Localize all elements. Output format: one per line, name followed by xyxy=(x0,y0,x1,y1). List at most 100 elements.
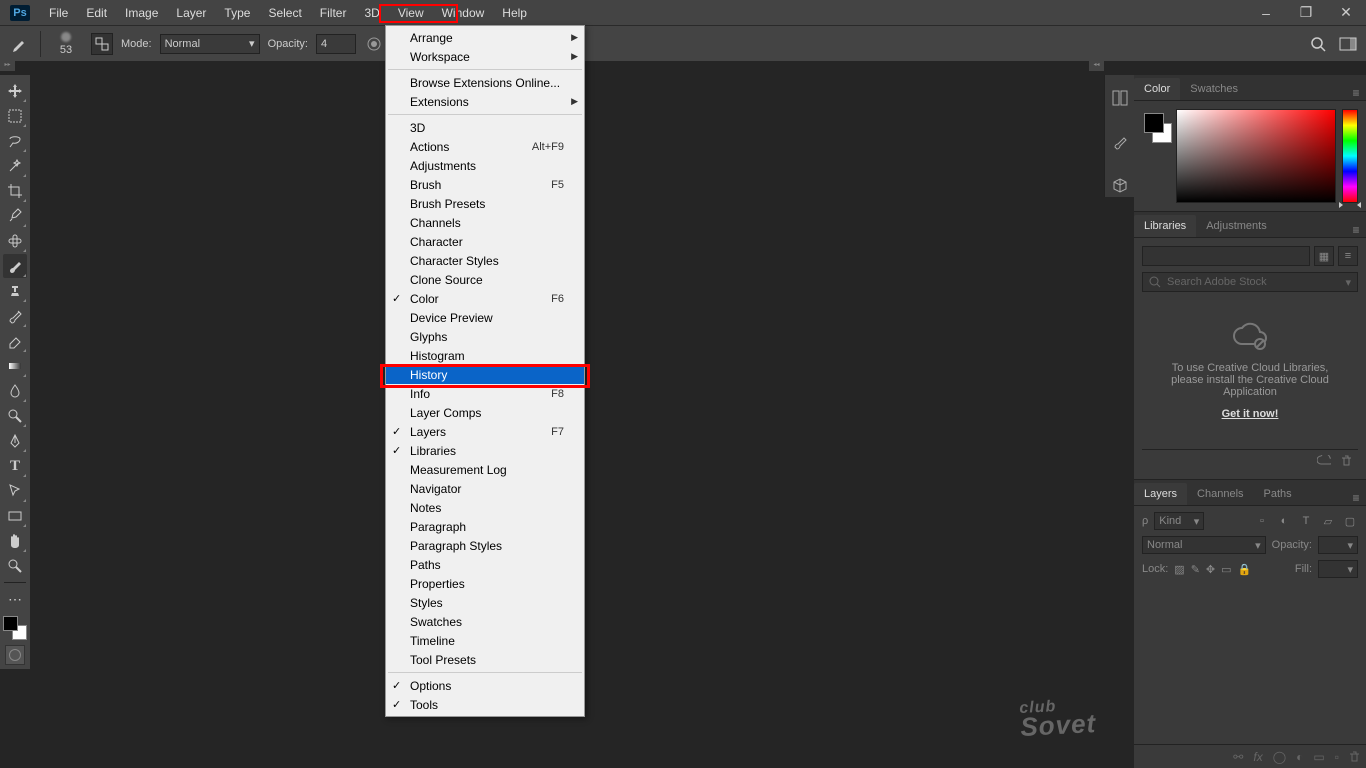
lock-transparent-icon[interactable]: ▨ xyxy=(1174,563,1184,576)
current-tool-icon[interactable] xyxy=(8,32,32,56)
layer-opacity-input[interactable]: ▾ xyxy=(1318,536,1358,554)
pressure-opacity-icon[interactable] xyxy=(364,34,384,54)
zoom-tool[interactable] xyxy=(3,554,27,578)
type-tool[interactable]: T xyxy=(3,454,27,478)
menu-item-brush[interactable]: BrushF5 xyxy=(386,175,584,194)
menu-item-libraries[interactable]: ✓Libraries xyxy=(386,441,584,460)
menu-filter[interactable]: Filter xyxy=(311,0,356,25)
window-maximize[interactable]: ❐ xyxy=(1286,0,1326,25)
eyedropper-tool[interactable] xyxy=(3,204,27,228)
clone-stamp-tool[interactable] xyxy=(3,279,27,303)
menu-item-paragraph[interactable]: Paragraph xyxy=(386,517,584,536)
menu-layer[interactable]: Layer xyxy=(167,0,215,25)
move-tool[interactable] xyxy=(3,79,27,103)
brush-dock-icon[interactable] xyxy=(1109,131,1131,153)
library-select[interactable] xyxy=(1142,246,1310,266)
brush-tool[interactable] xyxy=(3,254,27,278)
tab-adjustments[interactable]: Adjustments xyxy=(1196,215,1277,237)
more-tools[interactable]: ⋯ xyxy=(3,587,27,611)
menu-item-paths[interactable]: Paths xyxy=(386,555,584,574)
tab-channels[interactable]: Channels xyxy=(1187,483,1253,505)
layer-mask-icon[interactable]: ◯ xyxy=(1273,750,1286,764)
lib-trash-icon[interactable] xyxy=(1341,455,1352,467)
menu-item-swatches[interactable]: Swatches xyxy=(386,612,584,631)
filter-pixel-icon[interactable]: ▫ xyxy=(1254,513,1270,529)
filter-type-icon[interactable]: T xyxy=(1298,513,1314,529)
menu-select[interactable]: Select xyxy=(259,0,310,25)
blend-mode-dropdown[interactable]: Normal▾ xyxy=(160,34,260,54)
lock-artboard-icon[interactable]: ▭ xyxy=(1221,563,1231,576)
tab-paths[interactable]: Paths xyxy=(1254,483,1302,505)
menu-item-channels[interactable]: Channels xyxy=(386,213,584,232)
3d-dock-icon[interactable] xyxy=(1109,175,1131,197)
tab-color[interactable]: Color xyxy=(1134,78,1180,100)
magic-wand-tool[interactable] xyxy=(3,154,27,178)
menu-edit[interactable]: Edit xyxy=(77,0,116,25)
window-minimize[interactable]: – xyxy=(1246,0,1286,25)
menu-item-arrange[interactable]: Arrange▶ xyxy=(386,28,584,47)
color-field[interactable] xyxy=(1176,109,1336,203)
menu-item-browse-extensions-online-[interactable]: Browse Extensions Online... xyxy=(386,73,584,92)
color-panel-menu[interactable]: ≡ xyxy=(1346,86,1366,100)
new-group-icon[interactable]: ▭ xyxy=(1313,750,1324,764)
brush-panel-toggle[interactable] xyxy=(91,33,113,55)
menu-item-adjustments[interactable]: Adjustments xyxy=(386,156,584,175)
color-swatches[interactable] xyxy=(3,616,27,640)
lock-pixels-icon[interactable]: ✎ xyxy=(1191,563,1200,576)
quick-mask-toggle[interactable] xyxy=(5,645,25,665)
menu-image[interactable]: Image xyxy=(116,0,167,25)
link-layers-icon[interactable]: ⚯ xyxy=(1233,750,1243,764)
dock-handle-right[interactable]: ◂◂ xyxy=(1089,61,1104,71)
workspace-switcher-icon[interactable] xyxy=(1338,34,1358,54)
menu-item-color[interactable]: ✓ColorF6 xyxy=(386,289,584,308)
menu-item-actions[interactable]: ActionsAlt+F9 xyxy=(386,137,584,156)
dock-handle-left[interactable]: ▸▸ xyxy=(0,61,15,71)
menu-item-history[interactable]: History xyxy=(386,365,584,384)
menu-item-measurement-log[interactable]: Measurement Log xyxy=(386,460,584,479)
tab-libraries[interactable]: Libraries xyxy=(1134,215,1196,237)
opacity-input[interactable]: 4 xyxy=(316,34,356,54)
lib-view-list[interactable]: ≡ xyxy=(1338,246,1358,266)
blend-mode-select[interactable]: Normal▾ xyxy=(1142,536,1266,554)
menu-item-clone-source[interactable]: Clone Source xyxy=(386,270,584,289)
lock-position-icon[interactable]: ✥ xyxy=(1206,563,1215,576)
menu-type[interactable]: Type xyxy=(215,0,259,25)
dodge-tool[interactable] xyxy=(3,404,27,428)
menu-item-glyphs[interactable]: Glyphs xyxy=(386,327,584,346)
tab-swatches[interactable]: Swatches xyxy=(1180,78,1248,100)
menu-item-navigator[interactable]: Navigator xyxy=(386,479,584,498)
menu-view[interactable]: View xyxy=(389,0,433,25)
brush-size-preview[interactable]: 53 xyxy=(49,32,83,56)
menu-item-layer-comps[interactable]: Layer Comps xyxy=(386,403,584,422)
color-fgbg[interactable] xyxy=(1142,109,1170,203)
menu-item-brush-presets[interactable]: Brush Presets xyxy=(386,194,584,213)
menu-item-tool-presets[interactable]: Tool Presets xyxy=(386,650,584,669)
menu-item-options[interactable]: ✓Options xyxy=(386,676,584,695)
hand-tool[interactable] xyxy=(3,529,27,553)
menu-item-device-preview[interactable]: Device Preview xyxy=(386,308,584,327)
menu-item-workspace[interactable]: Workspace▶ xyxy=(386,47,584,66)
new-adjustment-icon[interactable]: ◐ xyxy=(1296,750,1303,764)
tab-layers[interactable]: Layers xyxy=(1134,483,1187,505)
menu-file[interactable]: File xyxy=(40,0,77,25)
blur-tool[interactable] xyxy=(3,379,27,403)
menu-item-properties[interactable]: Properties xyxy=(386,574,584,593)
menu-item-notes[interactable]: Notes xyxy=(386,498,584,517)
menu-item-histogram[interactable]: Histogram xyxy=(386,346,584,365)
history-dock-icon[interactable] xyxy=(1109,87,1131,109)
eraser-tool[interactable] xyxy=(3,329,27,353)
spot-heal-tool[interactable] xyxy=(3,229,27,253)
crop-tool[interactable] xyxy=(3,179,27,203)
path-select-tool[interactable] xyxy=(3,479,27,503)
menu-item-paragraph-styles[interactable]: Paragraph Styles xyxy=(386,536,584,555)
libraries-panel-menu[interactable]: ≡ xyxy=(1346,223,1366,237)
cloud-sync-icon[interactable] xyxy=(1317,455,1331,467)
menu-item-character[interactable]: Character xyxy=(386,232,584,251)
lock-all-icon[interactable]: 🔒 xyxy=(1238,563,1252,576)
layers-panel-menu[interactable]: ≡ xyxy=(1346,491,1366,505)
hue-slider[interactable] xyxy=(1342,109,1358,203)
menu-window[interactable]: Window xyxy=(433,0,494,25)
menu-item-tools[interactable]: ✓Tools xyxy=(386,695,584,714)
filter-smart-icon[interactable]: ▢ xyxy=(1342,513,1358,529)
menu-item-timeline[interactable]: Timeline xyxy=(386,631,584,650)
